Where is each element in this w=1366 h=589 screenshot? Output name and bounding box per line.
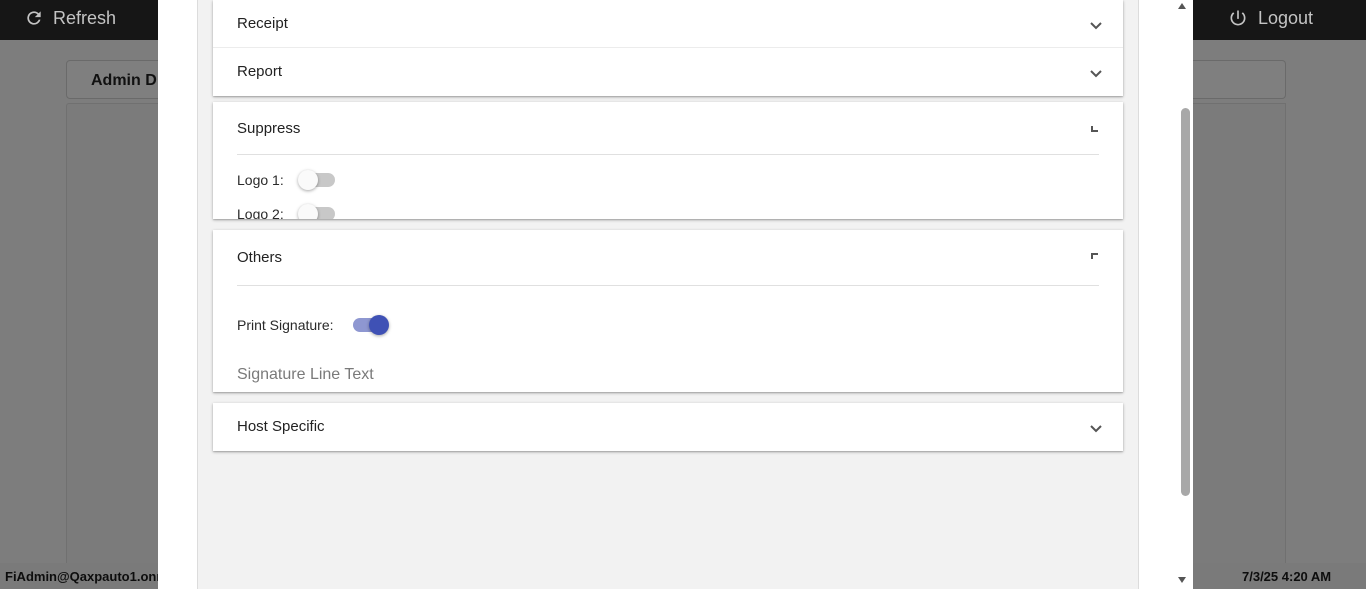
logout-button[interactable]: Logout (1228, 6, 1313, 30)
logout-label: Logout (1258, 7, 1314, 28)
others-panel-title: Others (237, 249, 283, 266)
host-specific-panel-title: Host Specific (237, 418, 325, 435)
suppress-panel: Suppress Logo 1: Logo 2: (213, 102, 1123, 219)
logo1-row: Logo 1: (237, 170, 335, 190)
logo2-row: Logo 2: (237, 204, 335, 219)
logo2-label: Logo 2: (237, 206, 284, 219)
print-signature-label: Print Signature: (237, 317, 334, 333)
admin-tab[interactable]: Admin D (66, 60, 166, 99)
panel-divider (237, 285, 1099, 286)
background-panel-right (1190, 103, 1286, 573)
report-panel-header[interactable]: Report (213, 48, 1123, 96)
suppress-panel-title: Suppress (237, 120, 301, 137)
background-panel (66, 103, 166, 573)
chevron-up-icon (1091, 126, 1098, 132)
logo1-toggle[interactable] (297, 170, 335, 190)
scrollbar-thumb[interactable] (1181, 108, 1190, 496)
chevron-up-icon (1091, 253, 1098, 259)
chevron-down-icon (1090, 425, 1102, 433)
tab-bar-right (1190, 60, 1286, 99)
host-specific-panel-header[interactable]: Host Specific (213, 403, 1123, 451)
receipt-report-group: Receipt Report (213, 0, 1123, 96)
suppress-panel-header[interactable]: Suppress (213, 102, 1123, 150)
report-panel-title: Report (237, 63, 283, 80)
power-icon (1230, 10, 1246, 26)
panel-divider (237, 154, 1099, 155)
logo1-label: Logo 1: (237, 172, 284, 188)
chevron-down-icon (1090, 70, 1102, 78)
others-panel-header[interactable]: Others (213, 230, 1123, 278)
print-signature-toggle[interactable] (352, 315, 389, 335)
signature-line-text-input[interactable] (237, 366, 737, 384)
settings-dialog: Receipt Report Suppress Logo 1: Logo 2: … (158, 0, 1193, 589)
receipt-panel-title: Receipt (237, 15, 288, 32)
refresh-button[interactable]: Refresh (24, 6, 116, 30)
receipt-panel-header[interactable]: Receipt (213, 0, 1123, 48)
others-panel: Others Print Signature: (213, 230, 1123, 392)
timestamp: 7/3/25 4:20 AM (1242, 569, 1332, 584)
refresh-label: Refresh (53, 7, 117, 28)
current-user: FiAdmin@Qaxpauto1.onr (5, 569, 162, 584)
print-signature-row: Print Signature: (237, 315, 389, 335)
host-specific-panel: Host Specific (213, 403, 1123, 451)
refresh-icon (27, 11, 41, 25)
chevron-down-icon (1090, 22, 1102, 30)
scroll-up-arrow[interactable] (1178, 3, 1186, 9)
scroll-down-arrow[interactable] (1178, 577, 1186, 583)
logo2-toggle[interactable] (297, 204, 335, 219)
